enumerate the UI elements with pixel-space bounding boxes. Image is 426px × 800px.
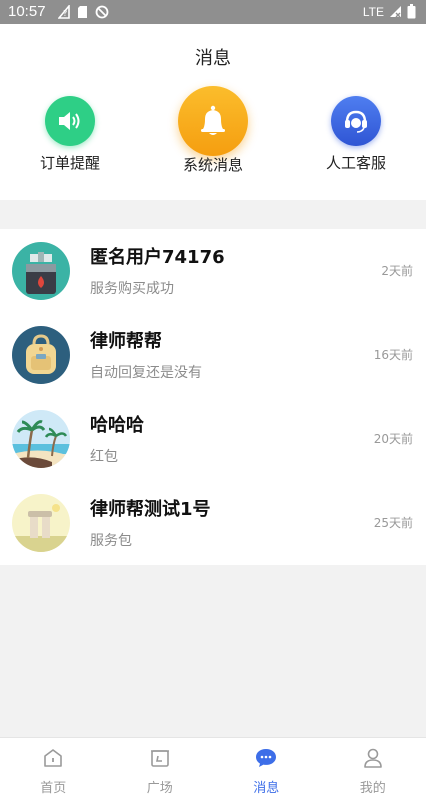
cell-signal-icon [390, 6, 401, 18]
list-item[interactable]: 哈哈哈 红包 20天前 [0, 397, 426, 481]
message-list: 匿名用户74176 服务购买成功 2天前 律师帮帮 自动回复还是没有 16天前 … [0, 229, 426, 565]
tab-label: 广场 [146, 781, 173, 796]
list-item[interactable]: 匿名用户74176 服务购买成功 2天前 [0, 229, 426, 313]
bottom-tab-bar: 首页 广场 消息 我的 [0, 737, 426, 800]
headset-icon [331, 96, 381, 146]
contact-name: 哈哈哈 [90, 415, 144, 436]
profile-icon [363, 748, 382, 768]
signal-off-icon: ? [58, 5, 70, 19]
square-icon [150, 750, 169, 767]
tab-label: 消息 [253, 781, 280, 796]
category-label: 系统消息 [182, 156, 243, 174]
message-time: 20天前 [373, 432, 413, 446]
category-label: 订单提醒 [39, 154, 100, 172]
message-preview: 自动回复还是没有 [90, 365, 202, 381]
network-type: LTE [362, 4, 384, 19]
status-time: 10:57 [8, 3, 46, 20]
message-icon [256, 749, 277, 767]
status-left-icons: ? [58, 5, 109, 19]
message-preview: 服务包 [90, 533, 132, 549]
category-system-message[interactable]: 系统消息 [158, 86, 268, 175]
status-bar: 10:57 ? LTE [0, 0, 426, 24]
bell-icon [178, 86, 248, 156]
battery-icon [407, 4, 416, 19]
category-label: 人工客服 [325, 154, 386, 172]
avatar [12, 494, 70, 552]
tab-label: 我的 [359, 781, 386, 796]
tab-square[interactable]: 广场 [107, 738, 214, 800]
contact-name: 匿名用户74176 [90, 247, 225, 268]
message-categories-panel: 消息 订单提醒 系统消息 人工客服 [0, 24, 426, 200]
avatar [12, 410, 70, 468]
contact-name: 律师帮测试1号 [90, 499, 211, 520]
speaker-icon [45, 96, 95, 146]
message-preview: 红包 [90, 449, 118, 465]
tab-messages[interactable]: 消息 [213, 738, 320, 800]
category-customer-service[interactable]: 人工客服 [301, 96, 411, 173]
home-icon [44, 749, 63, 767]
category-order-reminder[interactable]: 订单提醒 [15, 96, 125, 173]
message-preview: 服务购买成功 [90, 281, 174, 297]
contact-name: 律师帮帮 [90, 331, 162, 352]
tab-profile[interactable]: 我的 [320, 738, 426, 800]
avatar [12, 326, 70, 384]
sd-card-icon [78, 6, 87, 18]
list-item[interactable]: 律师帮测试1号 服务包 25天前 [0, 481, 426, 565]
message-time: 2天前 [381, 264, 413, 278]
avatar [12, 242, 70, 300]
blocked-icon [95, 5, 109, 19]
tab-label: 首页 [40, 781, 67, 796]
message-time: 25天前 [373, 516, 413, 530]
message-time: 16天前 [373, 348, 413, 362]
tab-home[interactable]: 首页 [0, 738, 107, 800]
page-title: 消息 [195, 48, 231, 69]
list-item[interactable]: 律师帮帮 自动回复还是没有 16天前 [0, 313, 426, 397]
status-right-icons: LTE [363, 4, 416, 19]
svg-text:?: ? [63, 9, 67, 18]
